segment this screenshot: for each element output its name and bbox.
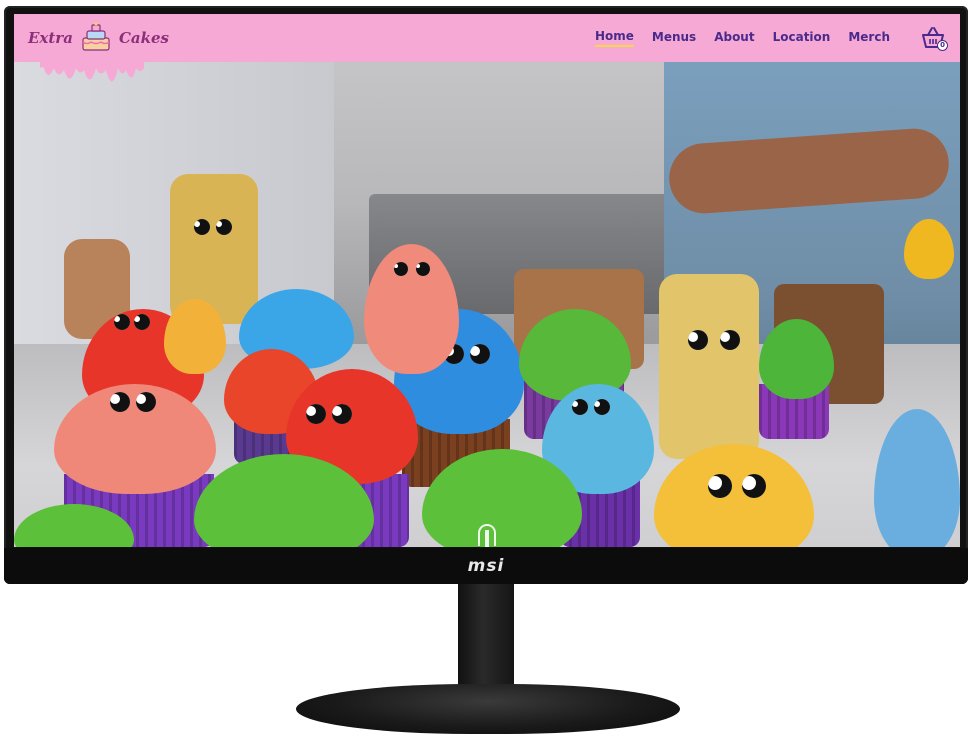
monitor-stand-neck: [458, 584, 514, 692]
nav-item-menus[interactable]: Menus: [652, 30, 696, 46]
scroll-down-indicator[interactable]: [478, 524, 496, 547]
nav-item-about[interactable]: About: [714, 30, 754, 46]
monitor-stand-base: [296, 684, 680, 734]
screen: Extra Cakes Home Menus About Location Me…: [14, 14, 960, 547]
icing-drip-decoration: [40, 62, 144, 82]
logo-text-right: Cakes: [118, 29, 169, 47]
logo-text-left: Extra: [28, 29, 73, 47]
cake-icon: [82, 22, 110, 51]
monitor-chin: msi: [4, 548, 968, 584]
hero-image: [14, 14, 960, 547]
site-logo[interactable]: Extra Cakes: [28, 22, 169, 54]
cart-button[interactable]: 0: [920, 25, 948, 51]
nav-item-merch[interactable]: Merch: [848, 30, 890, 46]
site-navbar: Extra Cakes Home Menus About Location Me…: [14, 14, 960, 62]
main-nav: Home Menus About Location Merch: [594, 29, 890, 47]
nav-item-home[interactable]: Home: [594, 29, 634, 47]
monitor-brand-logo: msi: [467, 556, 505, 576]
cart-count-badge: 0: [937, 40, 948, 51]
nav-item-location[interactable]: Location: [773, 30, 831, 46]
